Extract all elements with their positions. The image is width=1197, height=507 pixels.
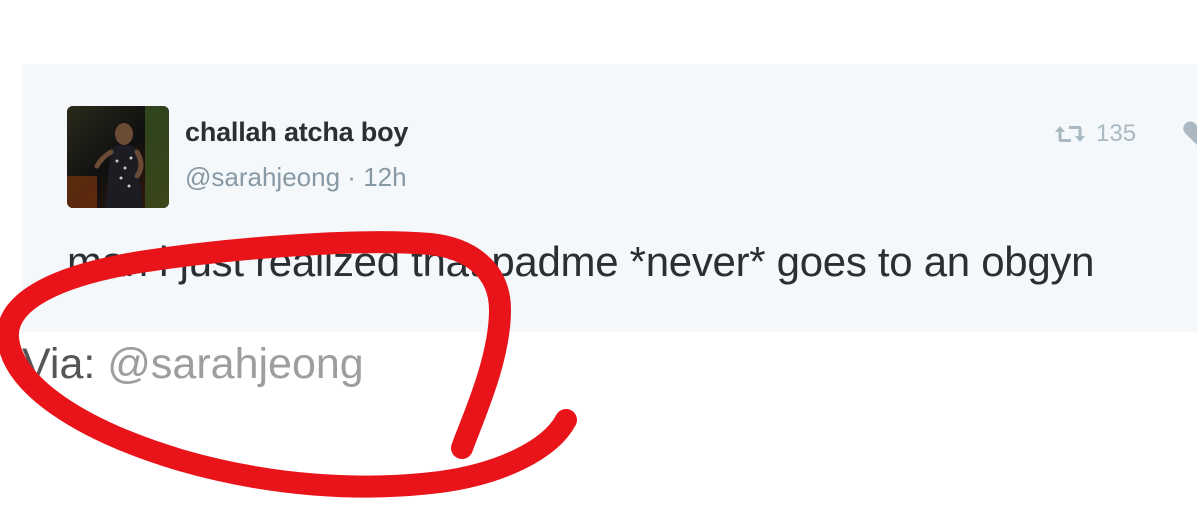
via-handle[interactable]: @sarahjeong (107, 340, 363, 388)
avatar[interactable] (67, 106, 169, 208)
meta-separator: · (347, 162, 356, 192)
tweet-author-handle[interactable]: @sarahjeong (185, 162, 340, 192)
tweet-text: man i just realized that padme *never* g… (67, 238, 1095, 285)
embedded-tweet-card: challah atcha boy @sarahjeong · 12h 135 … (22, 64, 1197, 332)
like-button[interactable] (1182, 120, 1197, 146)
via-label: Via: (22, 340, 96, 388)
tweet-timestamp[interactable]: 12h (363, 162, 406, 192)
avatar-photo (67, 106, 169, 208)
tweet-author-name[interactable]: challah atcha boy (185, 117, 408, 148)
retweet-button[interactable]: 135 (1054, 120, 1136, 148)
retweet-count: 135 (1096, 120, 1137, 147)
screenshot-stage: challah atcha boy @sarahjeong · 12h 135 … (0, 0, 1197, 507)
via-attribution: Via: @sarahjeong (22, 340, 364, 389)
heart-icon (1182, 120, 1197, 146)
retweet-icon (1054, 122, 1086, 146)
tweet-meta: @sarahjeong · 12h (185, 162, 407, 193)
